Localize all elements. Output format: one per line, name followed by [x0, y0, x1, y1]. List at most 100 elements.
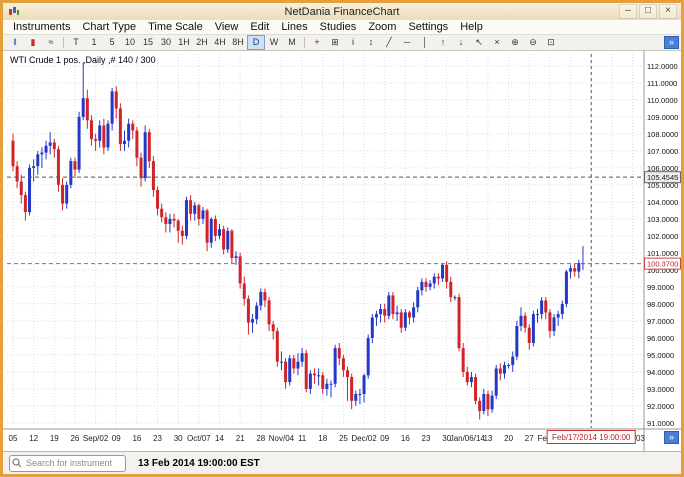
svg-text:105.4545: 105.4545 — [647, 173, 678, 182]
timeframe-d-button[interactable]: D — [247, 35, 265, 50]
svg-text:09: 09 — [112, 434, 121, 443]
search-box — [9, 454, 126, 472]
statusbar: 13 Feb 2014 19:00:00 EST — [3, 451, 681, 474]
last-price-tag: 100.3700 — [644, 257, 681, 270]
svg-text:Oct/07: Oct/07 — [187, 434, 211, 443]
position-price-tag: 105.4545 — [644, 171, 681, 184]
chart-background — [3, 51, 681, 451]
menu-item-edit[interactable]: Edit — [244, 21, 275, 33]
svg-text:107.0000: 107.0000 — [647, 147, 678, 156]
search-input[interactable] — [9, 454, 126, 472]
svg-text:Jan/06/14: Jan/06/14 — [450, 434, 486, 443]
svg-text:14: 14 — [215, 434, 224, 443]
menu-item-view[interactable]: View — [209, 21, 245, 33]
print-icon[interactable]: ⊡ — [542, 35, 560, 50]
svg-text:30: 30 — [174, 434, 183, 443]
svg-text:13: 13 — [483, 434, 492, 443]
timeframe-10-button[interactable]: 10 — [121, 35, 139, 50]
svg-text:95.0000: 95.0000 — [647, 351, 674, 360]
svg-text:18: 18 — [318, 434, 327, 443]
vertical-line-icon[interactable]: │ — [416, 35, 434, 50]
timeframe-8h-button[interactable]: 8H — [229, 35, 247, 50]
toolbar: ‖ ▮ ≈ T 1 5 10 15 30 1H 2H 4H 8H D W M + ⊞ i ↕ ╱ ─ │ ↑ ↓ ↖ × ⊕ ⊖ ⊡ — [3, 35, 681, 51]
minimize-button[interactable]: – — [619, 4, 637, 19]
svg-text:112.0000: 112.0000 — [647, 62, 678, 71]
svg-text:97.0000: 97.0000 — [647, 317, 674, 326]
svg-text:21: 21 — [236, 434, 245, 443]
toolbar-scroll-button[interactable]: » — [664, 36, 679, 49]
svg-text:104.0000: 104.0000 — [647, 198, 678, 207]
timeframe-15-button[interactable]: 15 — [139, 35, 157, 50]
app-icon — [8, 6, 20, 17]
zoom-out-icon[interactable]: ⊖ — [524, 35, 542, 50]
scale-icon[interactable]: ↕ — [362, 35, 380, 50]
svg-text:100.3700: 100.3700 — [647, 260, 678, 269]
timeframe-4h-button[interactable]: 4H — [211, 35, 229, 50]
svg-text:12: 12 — [29, 434, 38, 443]
svg-text:109.0000: 109.0000 — [647, 113, 678, 122]
pointer-icon[interactable]: ↖ — [470, 35, 488, 50]
info-icon[interactable]: i — [344, 35, 362, 50]
menu-item-lines[interactable]: Lines — [275, 21, 313, 33]
svg-text:91.0000: 91.0000 — [647, 419, 674, 428]
maximize-button[interactable]: □ — [639, 4, 657, 19]
timeframe-w-button[interactable]: W — [265, 35, 283, 50]
line-chart-icon[interactable]: ≈ — [42, 35, 60, 50]
price-chart[interactable]: 112.0000 111.0000 110.0000 109.0000 108.0000… — [3, 51, 681, 451]
window-controls: – □ × — [619, 4, 677, 19]
svg-text:Feb/17/2014 19:00:00: Feb/17/2014 19:00:00 — [552, 433, 631, 442]
timeframe-1-button[interactable]: 1 — [85, 35, 103, 50]
svg-text:101.0000: 101.0000 — [647, 249, 678, 258]
svg-text:Nov/04: Nov/04 — [269, 434, 295, 443]
close-button[interactable]: × — [659, 4, 677, 19]
timeframe-2h-button[interactable]: 2H — [193, 35, 211, 50]
svg-text:27: 27 — [525, 434, 534, 443]
svg-text:Sep/02: Sep/02 — [83, 434, 109, 443]
svg-text:28: 28 — [256, 434, 265, 443]
timeframe-5-button[interactable]: 5 — [103, 35, 121, 50]
chart-scroll-latest-button[interactable]: » — [664, 431, 679, 444]
svg-text:92.0000: 92.0000 — [647, 402, 674, 411]
svg-text:98.0000: 98.0000 — [647, 300, 674, 309]
svg-text:11: 11 — [298, 434, 307, 443]
arrow-down-icon[interactable]: ↓ — [452, 35, 470, 50]
svg-text:23: 23 — [153, 434, 162, 443]
timeframe-m-button[interactable]: M — [283, 35, 301, 50]
window-title: NetDania FinanceChart — [284, 5, 400, 18]
svg-text:93.0000: 93.0000 — [647, 385, 674, 394]
zoom-in-icon[interactable]: ⊕ — [506, 35, 524, 50]
menu-item-instruments[interactable]: Instruments — [7, 21, 76, 33]
timeframe-t-button[interactable]: T — [67, 35, 85, 50]
timeframe-1h-button[interactable]: 1H — [175, 35, 193, 50]
menu-item-settings[interactable]: Settings — [402, 21, 454, 33]
cursor-date-tag: Feb/17/2014 19:00:00 — [546, 430, 636, 444]
svg-text:108.0000: 108.0000 — [647, 130, 678, 139]
app-window: NetDania FinanceChart – □ × Instruments C… — [0, 0, 684, 477]
timeframe-30-button[interactable]: 30 — [157, 35, 175, 50]
svg-text:26: 26 — [70, 434, 79, 443]
svg-text:23: 23 — [422, 434, 431, 443]
arrow-up-icon[interactable]: ↑ — [434, 35, 452, 50]
svg-text:99.0000: 99.0000 — [647, 283, 674, 292]
svg-text:111.0000: 111.0000 — [647, 79, 677, 88]
delete-drawing-icon[interactable]: × — [488, 35, 506, 50]
menu-item-chart-type[interactable]: Chart Type — [76, 21, 142, 33]
svg-text:WTI Crude 1 pos. ,Daily ,# 140: WTI Crude 1 pos. ,Daily ,# 140 / 300 — [10, 55, 156, 65]
grid-icon[interactable]: ⊞ — [326, 35, 344, 50]
candlestick-icon[interactable]: ▮ — [24, 35, 42, 50]
svg-text:110.0000: 110.0000 — [647, 96, 678, 105]
menu-item-zoom[interactable]: Zoom — [362, 21, 402, 33]
svg-text:05: 05 — [9, 434, 18, 443]
menu-item-help[interactable]: Help — [454, 21, 489, 33]
crosshair-icon[interactable]: + — [308, 35, 326, 50]
svg-text:16: 16 — [132, 434, 141, 443]
trendline-icon[interactable]: ╱ — [380, 35, 398, 50]
ohlc-bars-icon[interactable]: ‖ — [6, 35, 24, 50]
svg-text:103.0000: 103.0000 — [647, 215, 678, 224]
menu-item-time-scale[interactable]: Time Scale — [142, 21, 209, 33]
chart-legend: WTI Crude 1 pos. ,Daily ,# 140 / 300 — [10, 55, 156, 65]
horizontal-line-icon[interactable]: ─ — [398, 35, 416, 50]
menu-item-studies[interactable]: Studies — [314, 21, 363, 33]
svg-text:16: 16 — [401, 434, 410, 443]
svg-text:25: 25 — [339, 434, 348, 443]
